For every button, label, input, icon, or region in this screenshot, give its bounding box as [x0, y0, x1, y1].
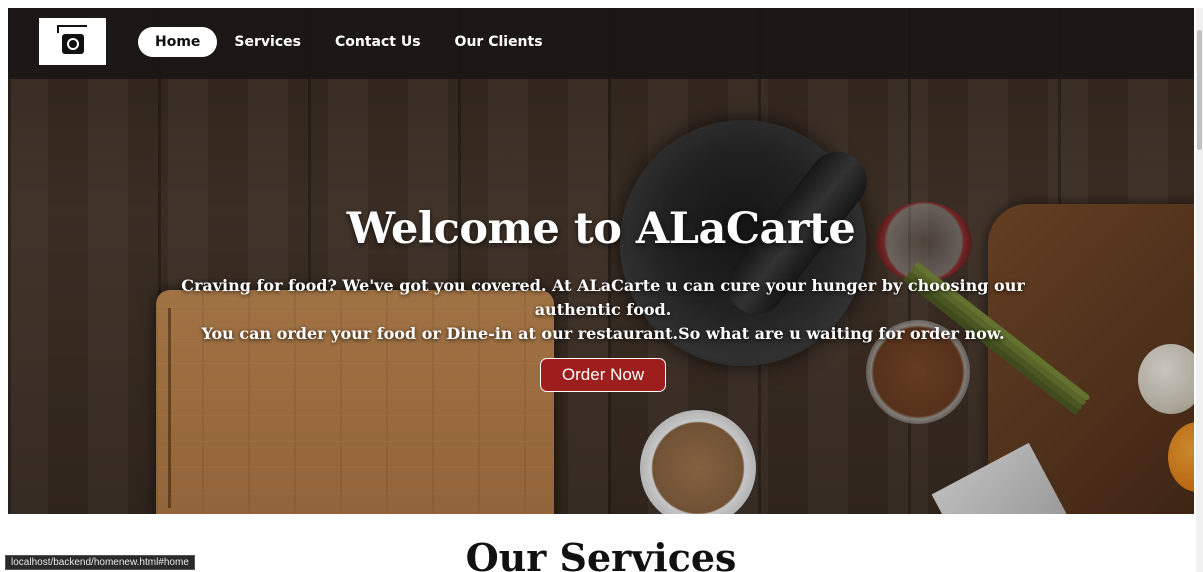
hero-title: Welcome to ALaCarte [346, 204, 856, 254]
hero-subtitle-line-1: Craving for food? We've got you covered.… [181, 276, 1025, 319]
scrollbar-thumb[interactable] [1197, 30, 1202, 150]
browser-status-bar: localhost/backend/homenew.html#home [5, 555, 195, 570]
hero-overlay [8, 8, 1194, 514]
nav-contact-us[interactable]: Contact Us [318, 27, 438, 57]
site-logo[interactable] [39, 18, 106, 65]
order-now-button[interactable]: Order Now [540, 358, 666, 392]
restaurant-sign-icon [56, 24, 89, 59]
nav-services[interactable]: Services [217, 27, 318, 57]
page: Welcome to ALaCarte Craving for food? We… [8, 8, 1194, 572]
nav-home[interactable]: Home [138, 27, 218, 57]
hero-subtitle: Craving for food? We've got you covered.… [158, 274, 1048, 346]
top-navbar: Home Services Contact Us Our Clients [8, 8, 1194, 79]
main-nav: Home Services Contact Us Our Clients [138, 27, 560, 57]
hero-subtitle-line-2: You can order your food or Dine-in at ou… [201, 324, 1005, 343]
hero-section: Welcome to ALaCarte Craving for food? We… [8, 8, 1194, 514]
nav-our-clients[interactable]: Our Clients [438, 27, 560, 57]
